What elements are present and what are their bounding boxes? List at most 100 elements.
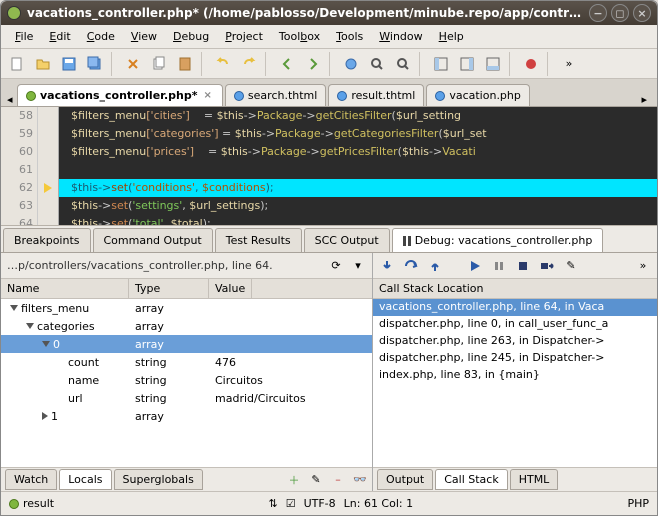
tab-breakpoints[interactable]: Breakpoints	[3, 228, 91, 252]
detach-icon[interactable]	[539, 258, 555, 274]
save-all-icon[interactable]	[83, 52, 107, 76]
tab-search[interactable]: search.thtml	[225, 84, 326, 106]
variable-row[interactable]: 0array	[1, 335, 372, 353]
var-name: name	[68, 374, 99, 387]
callstack-row[interactable]: dispatcher.php, line 0, in call_user_fun…	[373, 316, 657, 333]
variable-row[interactable]: filters_menuarray	[1, 299, 372, 317]
code-editor[interactable]: 58596061626364 $filters_menu['cities'] =…	[1, 107, 657, 225]
add-var-icon[interactable]: ＋	[286, 472, 302, 488]
tab-vacation[interactable]: vacation.php	[426, 84, 530, 106]
tab-test-results[interactable]: Test Results	[215, 228, 302, 252]
tab-label: vacations_controller.php*	[40, 89, 198, 102]
save-icon[interactable]	[57, 52, 81, 76]
menu-view[interactable]: View	[125, 28, 163, 45]
callstack-row[interactable]: dispatcher.php, line 245, in Dispatcher-…	[373, 350, 657, 367]
undo-icon[interactable]	[211, 52, 235, 76]
expand-icon[interactable]	[42, 412, 48, 420]
find2-icon[interactable]	[391, 52, 415, 76]
tab-debug[interactable]: Debug: vacations_controller.php	[392, 228, 604, 252]
redo-icon[interactable]	[237, 52, 261, 76]
play-icon[interactable]	[467, 258, 483, 274]
menu-project[interactable]: Project	[219, 28, 269, 45]
code-content[interactable]: $filters_menu['cities'] = $this->Package…	[59, 107, 657, 225]
edit-var-icon[interactable]: ✎	[308, 472, 324, 488]
overflow-debug-icon[interactable]: »	[635, 258, 651, 274]
dropdown-icon[interactable]: ▾	[350, 258, 366, 274]
variable-row[interactable]: categoriesarray	[1, 317, 372, 335]
menu-code[interactable]: Code	[81, 28, 121, 45]
tab-output[interactable]: Output	[377, 469, 433, 490]
tab-superglobals[interactable]: Superglobals	[114, 469, 203, 490]
variable-row[interactable]: urlstringmadrid/Circuitos	[1, 389, 372, 407]
tab-scc-output[interactable]: SCC Output	[304, 228, 390, 252]
status-position[interactable]: Ln: 61 Col: 1	[344, 497, 413, 510]
expand-icon[interactable]	[26, 323, 34, 329]
tab-watch[interactable]: Watch	[5, 469, 57, 490]
paste-icon[interactable]	[173, 52, 197, 76]
col-value[interactable]: Value	[209, 279, 252, 298]
menu-debug[interactable]: Debug	[167, 28, 215, 45]
col-name[interactable]: Name	[1, 279, 129, 298]
callstack-row[interactable]: dispatcher.php, line 263, in Dispatcher-…	[373, 333, 657, 350]
status-encoding[interactable]: UTF-8	[304, 497, 336, 510]
menu-file[interactable]: File	[9, 28, 39, 45]
tab-vacations-controller[interactable]: vacations_controller.php* ×	[17, 84, 223, 106]
step-out-icon[interactable]	[427, 258, 443, 274]
layout-left-icon[interactable]	[429, 52, 453, 76]
layout-bottom-icon[interactable]	[481, 52, 505, 76]
menu-help[interactable]: Help	[433, 28, 470, 45]
col-type[interactable]: Type	[129, 279, 209, 298]
delete-var-icon[interactable]: –	[330, 472, 346, 488]
callstack-list[interactable]: vacations_controller.php, line 64, in Va…	[373, 299, 657, 467]
maximize-button[interactable]: ◻	[611, 4, 629, 22]
settings-debug-icon[interactable]: ✎	[563, 258, 579, 274]
tab-scroll-right[interactable]: ▸	[637, 93, 651, 106]
expand-icon[interactable]	[10, 305, 18, 311]
cut-icon[interactable]	[121, 52, 145, 76]
menubar: File Edit Code View Debug Project Toolbo…	[1, 25, 657, 49]
open-file-icon[interactable]	[31, 52, 55, 76]
callstack-row[interactable]: index.php, line 83, in {main}	[373, 367, 657, 384]
tab-close-icon[interactable]: ×	[202, 90, 214, 101]
expand-icon[interactable]	[42, 341, 50, 347]
tab-locals[interactable]: Locals	[59, 469, 111, 490]
tab-command-output[interactable]: Command Output	[93, 228, 213, 252]
callstack-row[interactable]: vacations_controller.php, line 64, in Va…	[373, 299, 657, 316]
menu-window[interactable]: Window	[373, 28, 428, 45]
marker-gutter[interactable]	[37, 107, 59, 225]
back-icon[interactable]	[275, 52, 299, 76]
tab-label: search.thtml	[248, 89, 317, 102]
variable-row[interactable]: countstring476	[1, 353, 372, 371]
status-language[interactable]: PHP	[627, 497, 649, 510]
variables-tree[interactable]: filters_menuarraycategoriesarray0arrayco…	[1, 299, 372, 467]
step-over-icon[interactable]	[403, 258, 419, 274]
record-icon[interactable]	[519, 52, 543, 76]
step-into-icon[interactable]	[379, 258, 395, 274]
copy-icon[interactable]	[147, 52, 171, 76]
minimize-button[interactable]: −	[589, 4, 607, 22]
inspect-icon[interactable]: 👓	[352, 472, 368, 488]
tab-html[interactable]: HTML	[510, 469, 559, 490]
menu-tools[interactable]: Tools	[330, 28, 369, 45]
close-button[interactable]: ×	[633, 4, 651, 22]
menu-toolbox[interactable]: Toolbox	[273, 28, 326, 45]
var-name: url	[68, 392, 83, 405]
variable-row[interactable]: 1array	[1, 407, 372, 425]
layout-right-icon[interactable]	[455, 52, 479, 76]
new-file-icon[interactable]	[5, 52, 29, 76]
tab-callstack[interactable]: Call Stack	[435, 469, 507, 490]
pause-debug-icon[interactable]	[491, 258, 507, 274]
forward-icon[interactable]	[301, 52, 325, 76]
menu-edit[interactable]: Edit	[43, 28, 76, 45]
tab-result[interactable]: result.thtml	[328, 84, 424, 106]
status-file[interactable]: result	[9, 497, 54, 510]
refresh-icon[interactable]: ⟳	[328, 258, 344, 274]
variable-row[interactable]: namestringCircuitos	[1, 371, 372, 389]
tab-scroll-left[interactable]: ◂	[7, 93, 17, 106]
overflow-icon[interactable]: »	[557, 52, 581, 76]
preview-icon[interactable]	[339, 52, 363, 76]
status-updown-icon[interactable]: ⇅	[268, 497, 277, 510]
stop-icon[interactable]	[515, 258, 531, 274]
status-check-icon[interactable]: ☑	[286, 497, 296, 510]
find-icon[interactable]	[365, 52, 389, 76]
